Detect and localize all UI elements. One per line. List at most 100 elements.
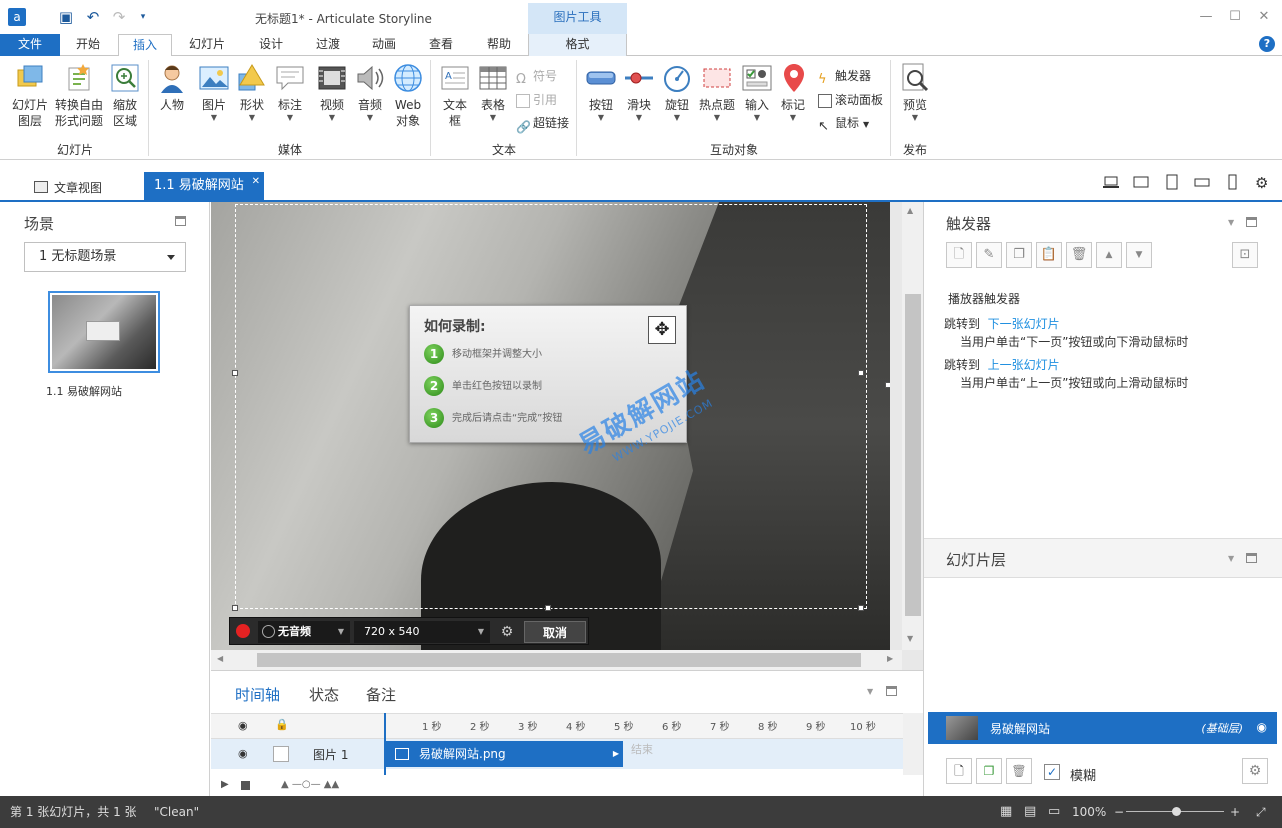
table-button[interactable]: 表格 ▼: [476, 62, 510, 123]
zoom-slider-thumb[interactable]: [1172, 807, 1181, 816]
move-down-icon[interactable]: ▼: [1126, 242, 1152, 268]
maximize-icon[interactable]: ☐: [1225, 9, 1245, 25]
minimize-icon[interactable]: —: [1196, 9, 1216, 25]
zoom-slider[interactable]: ▲ —○— ▲▲: [281, 779, 339, 790]
phone-landscape-icon[interactable]: [1194, 174, 1210, 190]
caption-button[interactable]: 标注 ▼: [273, 62, 307, 123]
vertical-scrollbar[interactable]: ▲ ▼: [902, 202, 923, 650]
trigger-target-link[interactable]: 上一张幻灯片: [988, 358, 1060, 372]
base-layer-item[interactable]: 易破解网站 (基础层) ◉: [928, 712, 1277, 744]
vertical-scroll-thumb[interactable]: [905, 294, 921, 616]
audio-button[interactable]: 音频 ▼: [353, 62, 387, 123]
move-icon[interactable]: ✥: [648, 316, 676, 344]
scroll-left-icon[interactable]: ◀: [217, 654, 223, 663]
stop-icon[interactable]: [241, 781, 250, 790]
play-icon[interactable]: ▶: [221, 779, 229, 790]
layer-settings-icon[interactable]: ⚙: [1242, 758, 1268, 784]
paste-trigger-icon[interactable]: 📋: [1036, 242, 1062, 268]
tab-transitions[interactable]: 过渡: [302, 34, 354, 56]
tab-slides[interactable]: 幻灯片: [176, 34, 238, 56]
timeline-row[interactable]: ◉ 图片 1 易破解网站.png ▶ 结束: [211, 739, 903, 769]
eye-icon[interactable]: ◉: [1257, 720, 1267, 734]
tab-notes[interactable]: 备注: [366, 684, 396, 705]
web-object-button[interactable]: Web对象: [390, 62, 426, 129]
trigger-button[interactable]: ϟ 触发器: [818, 66, 871, 87]
delete-layer-icon[interactable]: 🗑: [1006, 758, 1032, 784]
zoom-level[interactable]: 100%: [1072, 796, 1106, 828]
audio-dropdown[interactable]: 无音频 ▼: [258, 621, 350, 643]
preview-button[interactable]: 预览 ▼: [898, 62, 932, 123]
tab-help[interactable]: 帮助: [472, 34, 526, 56]
close-tab-icon[interactable]: ✕: [252, 168, 260, 196]
tab-format[interactable]: 格式: [528, 34, 627, 56]
duplicate-layer-icon[interactable]: ❐: [976, 758, 1002, 784]
chevron-down-icon[interactable]: ▼: [1228, 218, 1234, 227]
scroll-down-icon[interactable]: ▼: [907, 634, 913, 643]
scene-dropdown[interactable]: 1 无标题场景: [24, 242, 186, 272]
zoom-in-icon[interactable]: +: [1230, 796, 1240, 828]
scroll-right-icon[interactable]: ▶: [887, 654, 893, 663]
panel-restore-icon[interactable]: [886, 686, 897, 696]
convert-freeform-button[interactable]: 转换自由形式问题: [52, 62, 106, 129]
story-view-icon[interactable]: ▤: [1024, 796, 1036, 828]
slide-stage[interactable]: 如何录制: ✥ 1 移动框架并调整大小 2 单击红色按钮以录制 3 完成后请点击“完成…: [211, 202, 890, 650]
chevron-down-icon[interactable]: ▼: [1228, 554, 1234, 563]
blur-checkbox[interactable]: ✓: [1044, 764, 1060, 780]
symbol-button[interactable]: Ω 符号: [516, 66, 557, 87]
panel-restore-icon[interactable]: [1246, 553, 1257, 563]
recording-size-dropdown[interactable]: 720 x 540 ▼: [354, 621, 490, 643]
tablet-portrait-icon[interactable]: [1164, 174, 1180, 190]
horizontal-scrollbar[interactable]: ◀ ▶: [211, 650, 902, 670]
input-button[interactable]: 输入 ▼: [740, 62, 774, 123]
lock-checkbox[interactable]: [273, 746, 289, 762]
phone-portrait-icon[interactable]: [1224, 174, 1240, 190]
button-button[interactable]: 按钮 ▼: [584, 62, 618, 123]
character-button[interactable]: 人物: [156, 62, 188, 113]
resize-handle[interactable]: [232, 605, 238, 611]
video-button[interactable]: 视频 ▼: [315, 62, 349, 123]
cancel-recording-button[interactable]: 取消: [524, 621, 586, 643]
tab-file[interactable]: 文件: [0, 34, 60, 56]
record-button[interactable]: [236, 624, 250, 638]
lock-icon[interactable]: 🔒: [275, 718, 289, 731]
resize-handle[interactable]: [545, 605, 551, 611]
edit-trigger-icon[interactable]: ✎: [976, 242, 1002, 268]
hyperlink-button[interactable]: 🔗 超链接: [516, 113, 569, 134]
panel-restore-icon[interactable]: [1246, 217, 1257, 227]
tab-states[interactable]: 状态: [309, 684, 339, 705]
tab-story-view[interactable]: 文章视图: [20, 176, 102, 200]
shape-button[interactable]: 形状 ▼: [236, 62, 268, 123]
tab-timeline[interactable]: 时间轴: [235, 684, 280, 705]
timeline-playhead[interactable]: [384, 713, 386, 775]
tab-home[interactable]: 开始: [62, 34, 114, 56]
delete-trigger-icon[interactable]: 🗑: [1066, 242, 1092, 268]
undo-icon[interactable]: ↶: [84, 8, 102, 26]
trigger-item[interactable]: 跳转到 下一张幻灯片: [944, 315, 1060, 332]
dial-button[interactable]: 旋钮 ▼: [660, 62, 694, 123]
laptop-icon[interactable]: [1103, 174, 1119, 190]
help-icon[interactable]: ?: [1259, 36, 1275, 52]
save-icon[interactable]: ▣: [57, 8, 75, 26]
trigger-item[interactable]: 跳转到 上一张幻灯片: [944, 356, 1060, 373]
picture-button[interactable]: 图片 ▼: [196, 62, 232, 123]
new-layer-icon[interactable]: 🗋: [946, 758, 972, 784]
fit-window-icon[interactable]: ⤢: [1256, 796, 1266, 828]
eye-icon[interactable]: ◉: [238, 719, 248, 732]
new-trigger-icon[interactable]: 🗋: [946, 242, 972, 268]
trigger-target-link[interactable]: 下一张幻灯片: [988, 317, 1060, 331]
customize-toolbar-icon[interactable]: ▾: [134, 8, 152, 26]
tab-design[interactable]: 设计: [246, 34, 296, 56]
textbox-button[interactable]: A 文本框: [438, 62, 472, 129]
move-up-icon[interactable]: ▲: [1096, 242, 1122, 268]
horizontal-scroll-thumb[interactable]: [257, 653, 861, 667]
variables-icon[interactable]: ⊡: [1232, 242, 1258, 268]
redo-icon[interactable]: ↷: [110, 8, 128, 26]
scroll-panel-button[interactable]: 滚动面板: [818, 90, 883, 110]
resize-handle[interactable]: [858, 605, 864, 611]
timeline-object-bar[interactable]: 易破解网站.png ▶: [385, 741, 623, 767]
timeline-vscroll[interactable]: [903, 713, 923, 775]
resize-handle[interactable]: [858, 370, 864, 376]
zoom-out-icon[interactable]: −: [1114, 796, 1124, 828]
tab-view[interactable]: 查看: [414, 34, 468, 56]
slider-button[interactable]: 滑块 ▼: [622, 62, 656, 123]
